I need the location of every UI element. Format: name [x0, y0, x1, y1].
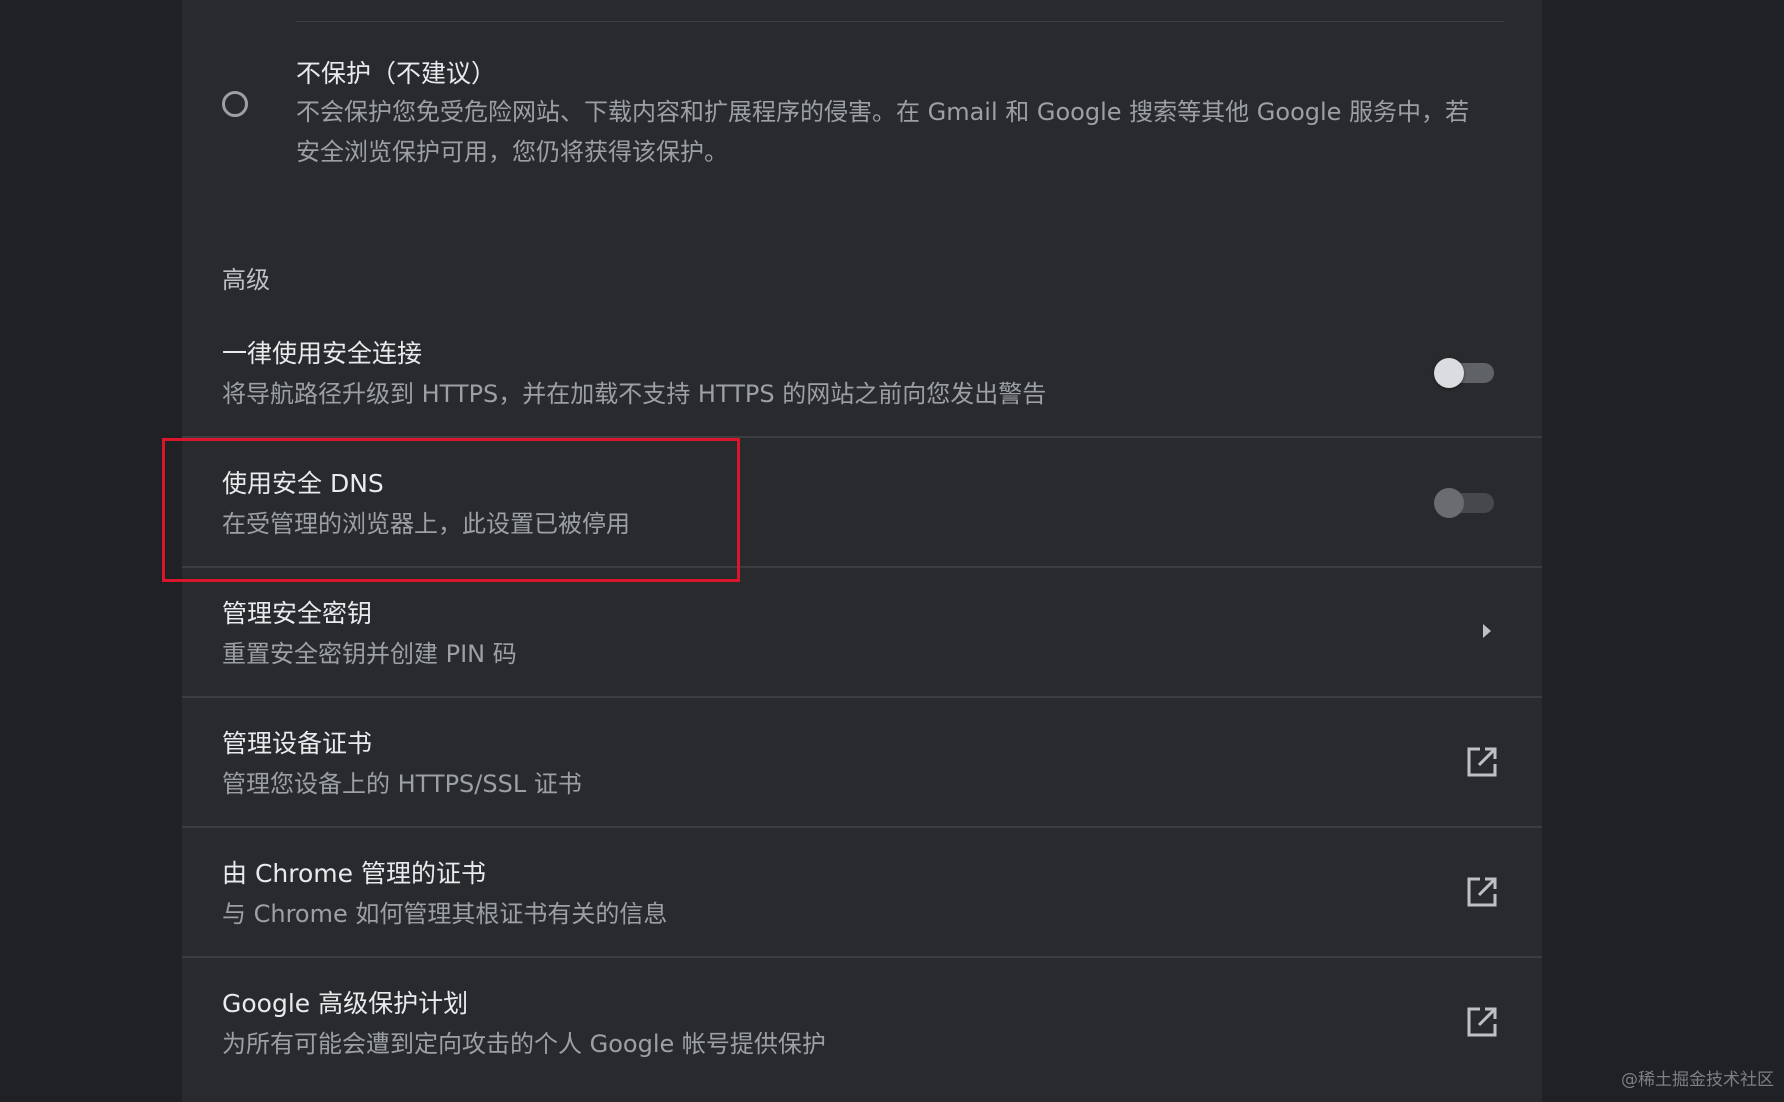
section-heading-advanced: 高级 — [222, 266, 270, 294]
annotation-highlight-box — [162, 438, 740, 582]
toggle-knob — [1434, 488, 1464, 518]
setting-title: Google 高级保护计划 — [222, 989, 469, 1018]
radio-option-description: 不会保护您免受危险网站、下载内容和扩展程序的侵害。在 Gmail 和 Googl… — [296, 98, 1470, 166]
radio-button[interactable] — [222, 91, 248, 117]
external-link-icon[interactable] — [1464, 1004, 1500, 1040]
setting-row-chrome-certificates[interactable]: 由 Chrome 管理的证书 与 Chrome 如何管理其根证书有关的信息 — [182, 826, 1542, 956]
toggle-knob — [1434, 358, 1464, 388]
setting-subtitle: 重置安全密钥并创建 PIN 码 — [222, 640, 517, 668]
https-only-toggle[interactable] — [1434, 358, 1498, 388]
external-link-icon[interactable] — [1464, 744, 1500, 780]
setting-row-security-keys[interactable]: 管理安全密钥 重置安全密钥并创建 PIN 码 — [182, 566, 1542, 696]
setting-row-advanced-protection[interactable]: Google 高级保护计划 为所有可能会遭到定向攻击的个人 Google 帐号提… — [182, 956, 1542, 1086]
setting-title: 一律使用安全连接 — [222, 339, 423, 368]
secure-dns-toggle — [1434, 488, 1498, 518]
setting-subtitle: 管理您设备上的 HTTPS/SSL 证书 — [222, 770, 582, 798]
setting-title: 管理安全密钥 — [222, 599, 373, 628]
setting-title: 由 Chrome 管理的证书 — [222, 859, 486, 888]
radio-option-no-protection[interactable]: 不保护（不建议） 不会保护您免受危险网站、下载内容和扩展程序的侵害。在 Gmai… — [182, 40, 1542, 180]
chevron-right-icon[interactable] — [1472, 616, 1502, 646]
setting-row-https-only[interactable]: 一律使用安全连接 将导航路径升级到 HTTPS，并在加载不支持 HTTPS 的网… — [182, 306, 1542, 436]
divider — [296, 21, 1504, 22]
radio-option-title: 不保护（不建议） — [296, 59, 497, 88]
setting-row-device-certificates[interactable]: 管理设备证书 管理您设备上的 HTTPS/SSL 证书 — [182, 696, 1542, 826]
setting-subtitle: 与 Chrome 如何管理其根证书有关的信息 — [222, 900, 668, 928]
external-link-icon[interactable] — [1464, 874, 1500, 910]
setting-title: 管理设备证书 — [222, 729, 373, 758]
setting-subtitle: 将导航路径升级到 HTTPS，并在加载不支持 HTTPS 的网站之前向您发出警告 — [222, 380, 1047, 408]
setting-subtitle: 为所有可能会遭到定向攻击的个人 Google 帐号提供保护 — [222, 1030, 826, 1058]
watermark: @稀土掘金技术社区 — [1621, 1070, 1774, 1090]
settings-page: 不保护（不建议） 不会保护您免受危险网站、下载内容和扩展程序的侵害。在 Gmai… — [0, 0, 1784, 1102]
